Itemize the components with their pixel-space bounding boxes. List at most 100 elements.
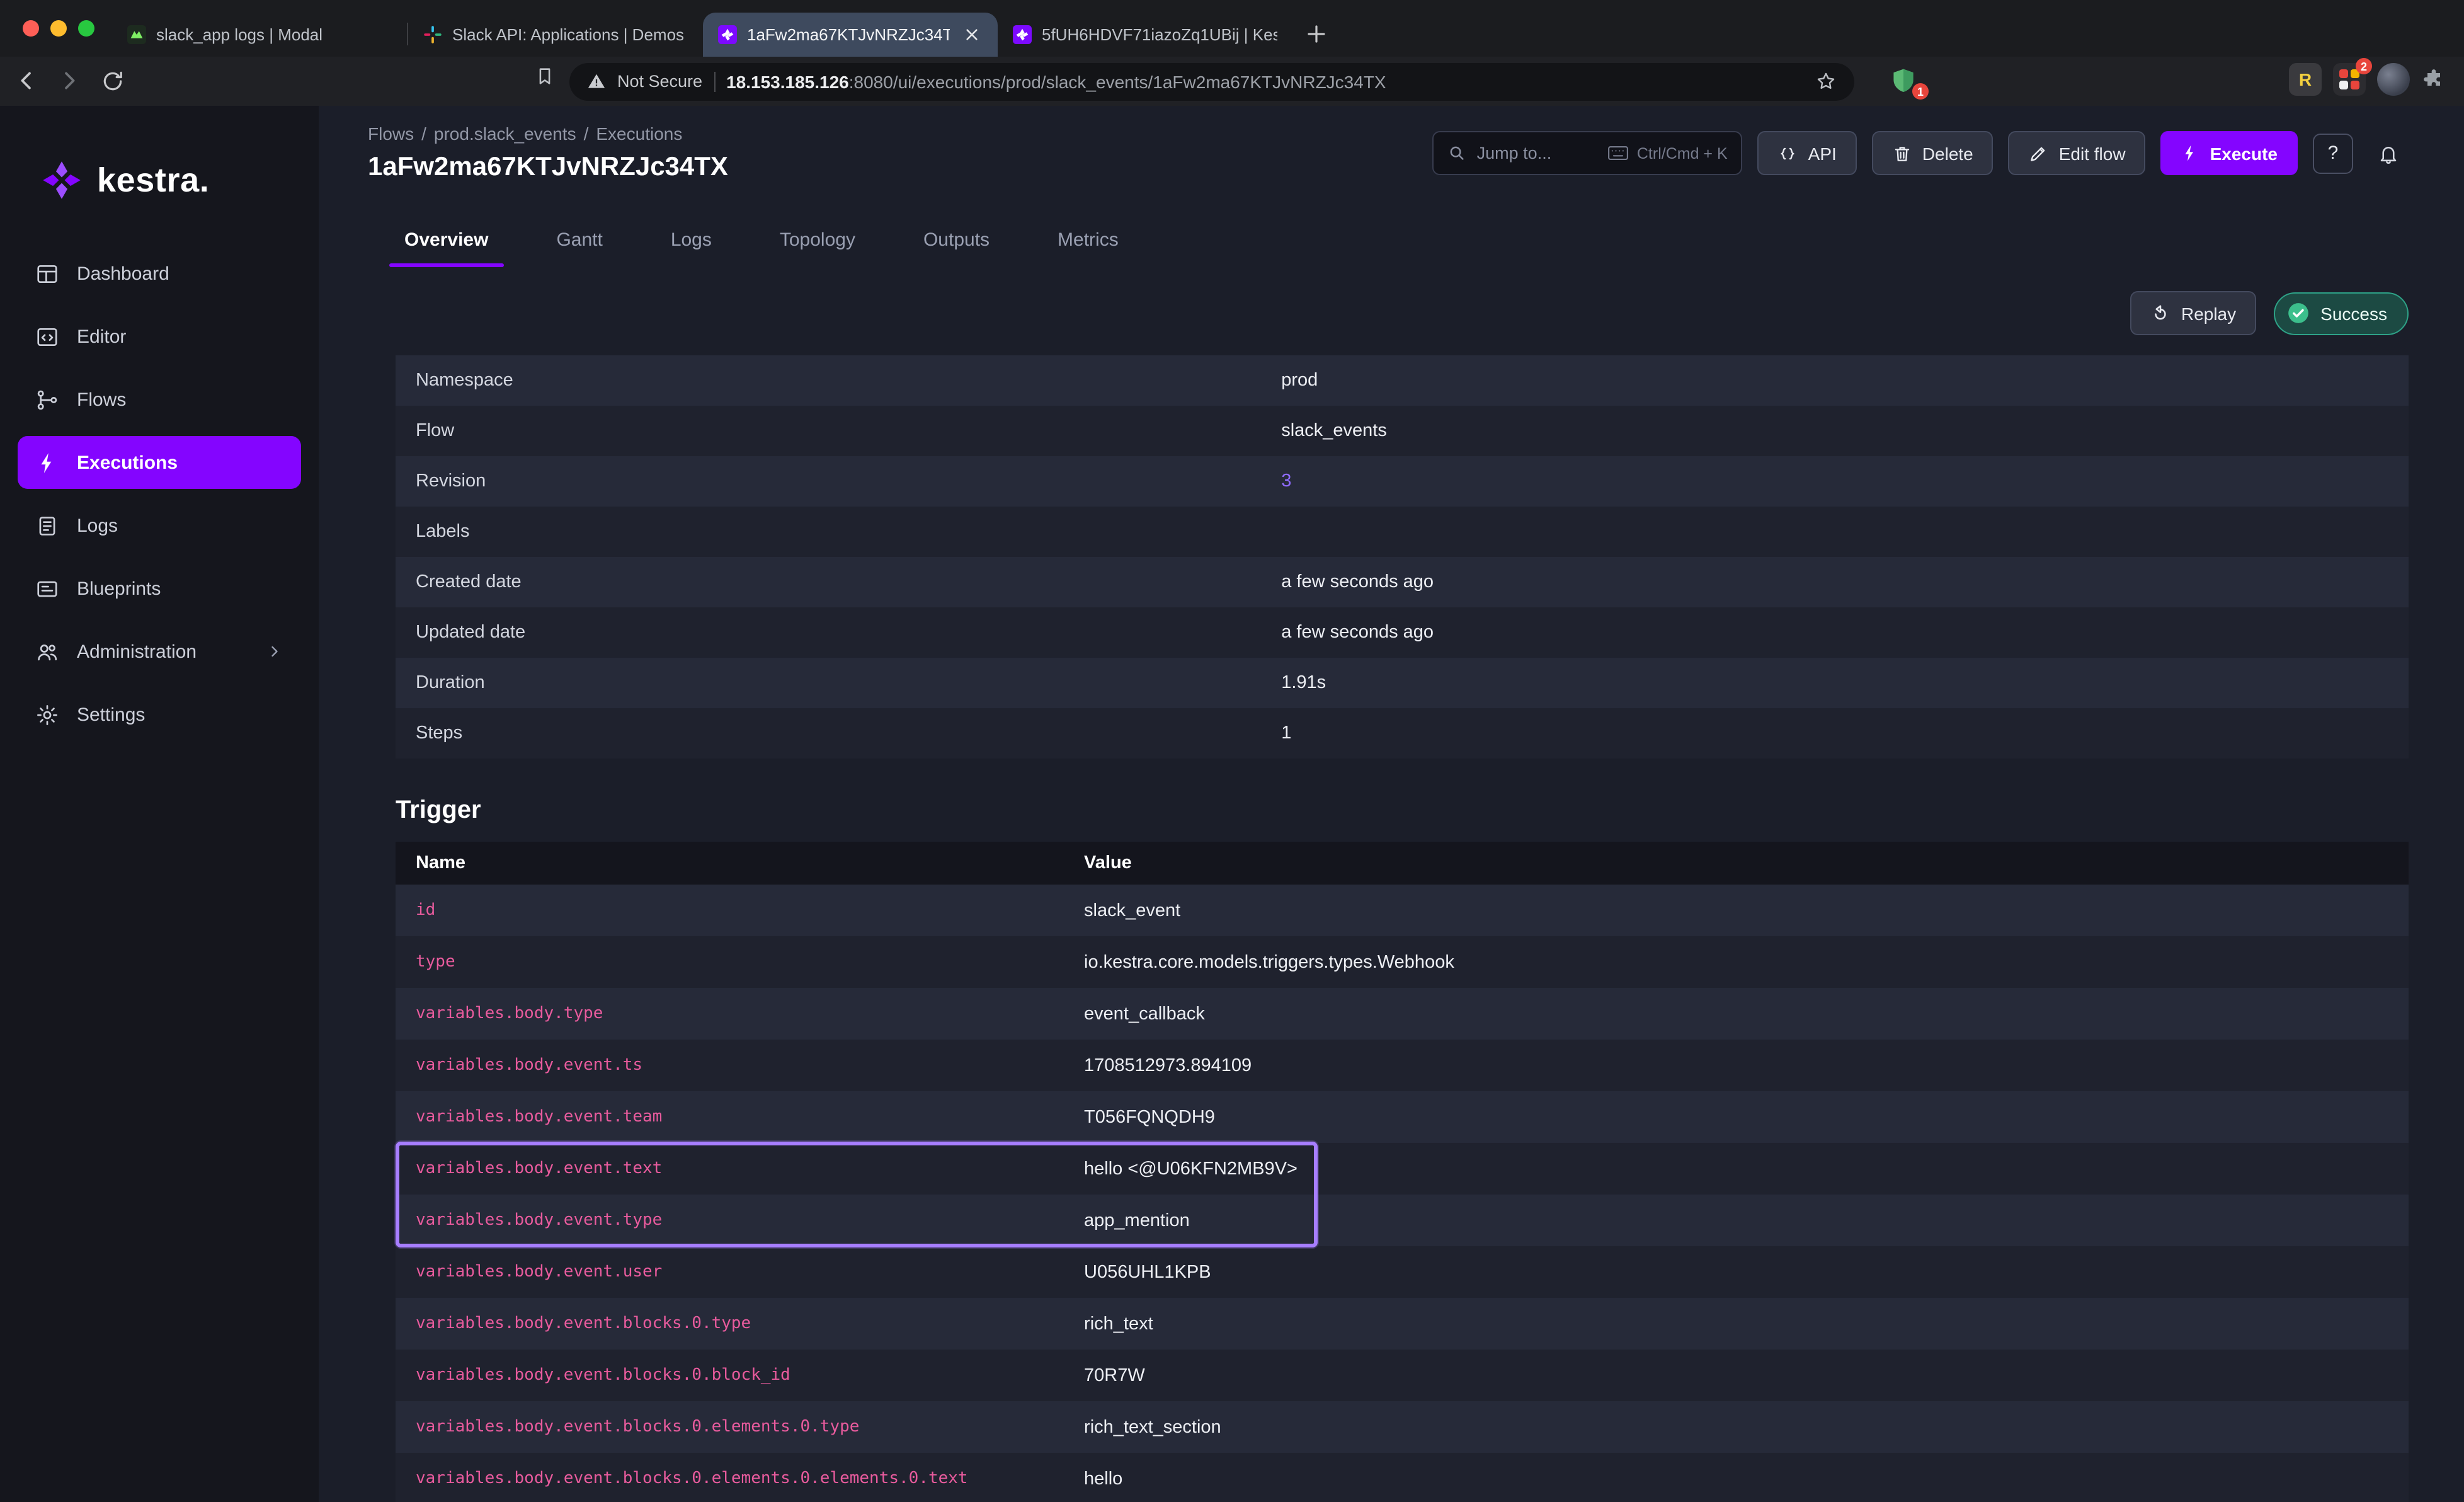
- sidebar-item-flows[interactable]: Flows: [18, 373, 301, 426]
- execute-button[interactable]: Execute: [2161, 131, 2298, 175]
- row-label: Revision: [396, 471, 1281, 491]
- trigger-table: Name Value id slack_event type io.kestra…: [396, 842, 2409, 1502]
- sidebar-item-settings[interactable]: Settings: [18, 688, 301, 741]
- tab-gantt[interactable]: Gantt: [536, 217, 622, 267]
- url-text[interactable]: 18.153.185.126:8080/ui/executions/prod/s…: [726, 71, 1804, 91]
- jump-to-search[interactable]: Jump to... Ctrl/Cmd + K: [1433, 131, 1743, 175]
- edit-flow-button[interactable]: Edit flow: [2009, 131, 2146, 175]
- trash-icon: [1892, 143, 1912, 163]
- trigger-row: variables.body.event.blocks.0.elements.0…: [396, 1453, 2409, 1502]
- row-label: Duration: [396, 673, 1281, 693]
- not-secure-warning-icon: [587, 72, 606, 91]
- security-label[interactable]: Not Secure: [617, 72, 702, 91]
- extension-grid-icon[interactable]: 2: [2333, 63, 2366, 96]
- revision-link[interactable]: 3: [1281, 471, 1291, 491]
- dashboard-icon: [35, 261, 59, 285]
- delete-button[interactable]: Delete: [1872, 131, 1993, 175]
- trigger-key: variables.body.event.blocks.0.elements.0…: [396, 1418, 1084, 1436]
- adblock-shield-icon[interactable]: 1: [1890, 66, 1922, 96]
- breadcrumb-executions[interactable]: Executions: [596, 123, 682, 144]
- chevron-right-icon: [266, 643, 283, 660]
- api-icon: [1778, 143, 1798, 163]
- trigger-value: slack_event: [1084, 900, 1180, 920]
- sidebar-item-editor[interactable]: Editor: [18, 310, 301, 363]
- trigger-heading: Trigger: [396, 796, 2409, 825]
- api-button[interactable]: API: [1758, 131, 1857, 175]
- trigger-row-highlighted: variables.body.event.type app_mention: [396, 1195, 2409, 1246]
- bell-icon: [2377, 142, 2400, 164]
- kestra-logo-icon: [40, 159, 83, 202]
- help-button[interactable]: ?: [2313, 133, 2353, 173]
- sidebar-item-dashboard[interactable]: Dashboard: [18, 247, 301, 300]
- extension-r-icon[interactable]: R: [2289, 63, 2322, 96]
- column-header-value: Value: [1084, 853, 1132, 873]
- profile-avatar[interactable]: [2377, 63, 2410, 96]
- jump-shortcut-label: Ctrl/Cmd + K: [1637, 144, 1728, 162]
- tab-metrics[interactable]: Metrics: [1037, 217, 1139, 267]
- browser-toolbar: Not Secure 18.153.185.126:8080/ui/execut…: [0, 57, 2464, 106]
- browser-tab-slack[interactable]: Slack API: Applications | Demos S: [408, 13, 703, 57]
- forward-icon[interactable]: [50, 62, 88, 100]
- pencil-icon: [2029, 143, 2049, 163]
- close-tab-icon[interactable]: [960, 23, 983, 46]
- api-button-label: API: [1808, 143, 1837, 163]
- new-tab-button[interactable]: [1298, 15, 1335, 53]
- trigger-row: variables.body.type event_callback: [396, 988, 2409, 1040]
- browser-tab-kestra-other[interactable]: 5fUH6HDVF71iazoZq1UBij | Kestra: [998, 13, 1292, 57]
- minimize-window-button[interactable]: [50, 20, 67, 37]
- trigger-row: variables.body.event.user U056UHL1KPB: [396, 1246, 2409, 1298]
- row-label: Updated date: [396, 622, 1281, 643]
- back-icon[interactable]: [8, 62, 45, 100]
- trigger-row: type io.kestra.core.models.triggers.type…: [396, 936, 2409, 988]
- kestra-wordmark: kestra.: [97, 161, 209, 200]
- browser-tab-modal[interactable]: slack_app logs | Modal: [112, 13, 407, 57]
- omnibox-divider: [714, 71, 715, 91]
- sidebar-item-label: Logs: [77, 515, 118, 536]
- jump-placeholder: Jump to...: [1477, 144, 1552, 163]
- trigger-key: variables.body.event.ts: [396, 1056, 1084, 1075]
- status-badge-label: Success: [2320, 303, 2387, 323]
- notifications-button[interactable]: [2368, 133, 2409, 173]
- browser-tab-kestra-execution[interactable]: 1aFw2ma67KTJvNRZJc34TX: [703, 13, 998, 57]
- trigger-key: variables.body.event.blocks.0.type: [396, 1314, 1084, 1333]
- close-window-button[interactable]: [23, 20, 39, 37]
- sidebar-item-label: Administration: [77, 641, 197, 662]
- trigger-key: variables.body.event.text: [396, 1159, 1084, 1178]
- reload-icon[interactable]: [93, 62, 131, 100]
- tab-overview[interactable]: Overview: [384, 217, 508, 267]
- zoom-window-button[interactable]: [78, 20, 94, 37]
- main-content: Flows/prod.slack_events/Executions 1aFw2…: [319, 106, 2464, 1502]
- bookmark-flag-icon[interactable]: [534, 66, 556, 87]
- row-label: Steps: [396, 723, 1281, 743]
- trigger-row-highlighted: variables.body.event.text hello <@U06KFN…: [396, 1143, 2409, 1195]
- tab-title: Slack API: Applications | Demos S: [452, 25, 688, 44]
- tab-outputs[interactable]: Outputs: [903, 217, 1010, 267]
- kestra-logo[interactable]: kestra.: [18, 159, 301, 202]
- breadcrumb-flows[interactable]: Flows: [368, 123, 414, 144]
- tab-logs[interactable]: Logs: [651, 217, 732, 267]
- trigger-key: variables.body.event.user: [396, 1263, 1084, 1281]
- tab-topology[interactable]: Topology: [760, 217, 876, 267]
- breadcrumb-separator: /: [584, 123, 589, 144]
- tab-title: 1aFw2ma67KTJvNRZJc34TX: [747, 25, 950, 44]
- breadcrumb-namespace[interactable]: prod.slack_events: [434, 123, 576, 144]
- sidebar-item-executions[interactable]: Executions: [18, 436, 301, 489]
- sidebar-item-label: Flows: [77, 389, 126, 410]
- trigger-row: variables.body.event.ts 1708512973.89410…: [396, 1040, 2409, 1091]
- extension-badge: 2: [2356, 58, 2372, 74]
- row-label: Flow: [396, 421, 1281, 441]
- blueprints-icon: [35, 576, 59, 600]
- trigger-value: 1708512973.894109: [1084, 1055, 1252, 1075]
- replay-button[interactable]: Replay: [2131, 291, 2256, 335]
- sidebar-item-logs[interactable]: Logs: [18, 499, 301, 552]
- address-bar[interactable]: Not Secure 18.153.185.126:8080/ui/execut…: [569, 62, 1854, 100]
- sidebar-item-blueprints[interactable]: Blueprints: [18, 562, 301, 615]
- extensions-puzzle-icon[interactable]: [2421, 67, 2446, 92]
- column-header-name: Name: [396, 853, 1084, 873]
- tab-title: 5fUH6HDVF71iazoZq1UBij | Kestra: [1042, 25, 1277, 44]
- bookmark-star-icon[interactable]: [1815, 71, 1837, 92]
- trigger-value: U056UHL1KPB: [1084, 1262, 1211, 1282]
- trigger-row: variables.body.event.blocks.0.block_id 7…: [396, 1350, 2409, 1401]
- sidebar-item-administration[interactable]: Administration: [18, 625, 301, 678]
- table-row: Steps 1: [396, 708, 2409, 759]
